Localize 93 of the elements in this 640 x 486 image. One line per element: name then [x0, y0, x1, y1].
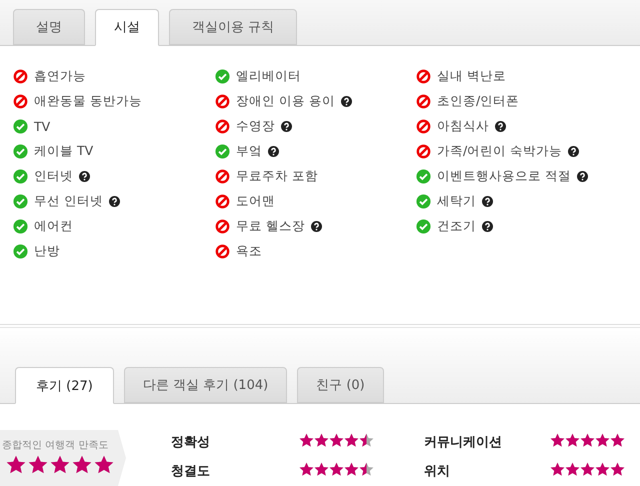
check-icon: [416, 194, 431, 210]
rating-label: 청결도: [171, 463, 211, 480]
amenity-label: 세탁기: [437, 193, 476, 210]
star-icon: [595, 462, 610, 477]
amenity-label: 애완동물 동반가능: [34, 93, 142, 110]
amenity-label: 건조기: [437, 218, 476, 236]
amenity-label: 도어맨: [236, 193, 275, 210]
amenity-label: 이벤트행사용으로 적절: [437, 168, 571, 186]
check-icon: [13, 119, 28, 134]
help-icon[interactable]: [576, 171, 588, 182]
star-icon: [610, 433, 625, 448]
prohibited-icon: [215, 219, 230, 234]
rating-label: 위치: [424, 463, 451, 480]
help-icon[interactable]: [108, 196, 120, 208]
amenity-label: TV: [34, 119, 50, 134]
prohibited-icon: [13, 94, 28, 110]
amenity-label: 수영장: [236, 118, 275, 136]
amenity-label: 무료주차 포함: [236, 168, 318, 186]
star-icon: [344, 433, 359, 448]
star-icon: [72, 455, 92, 475]
amenity-label: 인터넷: [34, 168, 73, 186]
amenity-label: 욕조: [236, 243, 262, 260]
star-icon: [329, 433, 344, 448]
star-icon: [550, 433, 565, 448]
prohibited-icon: [13, 69, 28, 84]
star-icon: [565, 433, 580, 448]
star-icon: [329, 462, 344, 477]
prohibited-icon: [215, 169, 230, 184]
tab[interactable]: 친구 (0): [297, 367, 384, 403]
star-icon: [580, 433, 595, 448]
prohibited-icon: [416, 119, 431, 134]
prohibited-icon: [215, 94, 230, 110]
star-icon: [344, 462, 359, 477]
amenity-label: 케이블 TV: [34, 143, 94, 160]
amenity-label: 엘리베이터: [236, 68, 301, 86]
star-icon: [580, 462, 595, 477]
check-icon: [13, 194, 28, 210]
amenity-label: 무료 헬스장: [236, 218, 305, 236]
check-icon: [416, 169, 431, 184]
amenity-label: 아침식사: [437, 118, 489, 136]
help-icon[interactable]: [268, 146, 279, 158]
star-icon: [314, 433, 329, 448]
help-icon[interactable]: [340, 96, 352, 108]
amenity-label: 장애인 이용 용이: [236, 93, 335, 110]
star-icon: [299, 462, 314, 477]
amenity-label: 흡연가능: [34, 68, 86, 86]
star-icon: [359, 462, 374, 477]
prohibited-icon: [416, 94, 431, 110]
rating-label: 커뮤니케이션: [424, 434, 503, 451]
star-icon: [565, 462, 580, 477]
star-icon: [299, 433, 314, 448]
amenity-label: 실내 벽난로: [437, 68, 506, 86]
star-icon: [595, 433, 610, 448]
check-icon: [13, 219, 28, 234]
star-icon: [359, 433, 374, 448]
amenity-label: 초인종/인터폰: [437, 93, 520, 110]
help-icon[interactable]: [495, 121, 506, 132]
star-icon: [314, 462, 329, 477]
prohibited-icon: [215, 244, 230, 260]
help-icon[interactable]: [310, 221, 322, 232]
star-icon: [6, 455, 26, 475]
rating-label: 정확성: [171, 434, 211, 451]
star-icon: [94, 455, 114, 475]
prohibited-icon: [215, 194, 230, 210]
tab[interactable]: 객실이용 규칙: [169, 8, 298, 45]
prohibited-icon: [416, 144, 431, 160]
help-icon[interactable]: [568, 146, 580, 158]
check-icon: [13, 169, 28, 184]
amenity-label: 가족/어린이 숙박가능: [437, 143, 562, 160]
star-icon: [28, 455, 48, 475]
amenity-label: 에어컨: [34, 218, 73, 236]
tab[interactable]: 후기 (27): [15, 367, 114, 404]
help-icon[interactable]: [482, 221, 493, 232]
amenity-label: 부엌: [236, 143, 262, 160]
prohibited-icon: [416, 69, 431, 84]
help-icon[interactable]: [79, 171, 90, 182]
check-icon: [416, 219, 431, 234]
check-icon: [215, 144, 230, 160]
satisfaction-label: 종합적인 여행객 만족도: [2, 439, 108, 452]
amenity-label: 난방: [34, 243, 60, 260]
tab[interactable]: 시설: [95, 8, 159, 46]
tab[interactable]: 설명: [13, 8, 85, 45]
check-icon: [13, 144, 28, 160]
amenity-label: 무선 인터넷: [34, 193, 103, 210]
tab[interactable]: 다른 객실 후기 (104): [124, 367, 288, 403]
check-icon: [13, 244, 28, 260]
star-icon: [50, 455, 70, 475]
help-icon[interactable]: [482, 196, 493, 208]
help-icon[interactable]: [281, 121, 292, 132]
prohibited-icon: [215, 119, 230, 134]
star-icon: [610, 462, 625, 477]
check-icon: [215, 69, 230, 84]
star-icon: [550, 462, 565, 477]
